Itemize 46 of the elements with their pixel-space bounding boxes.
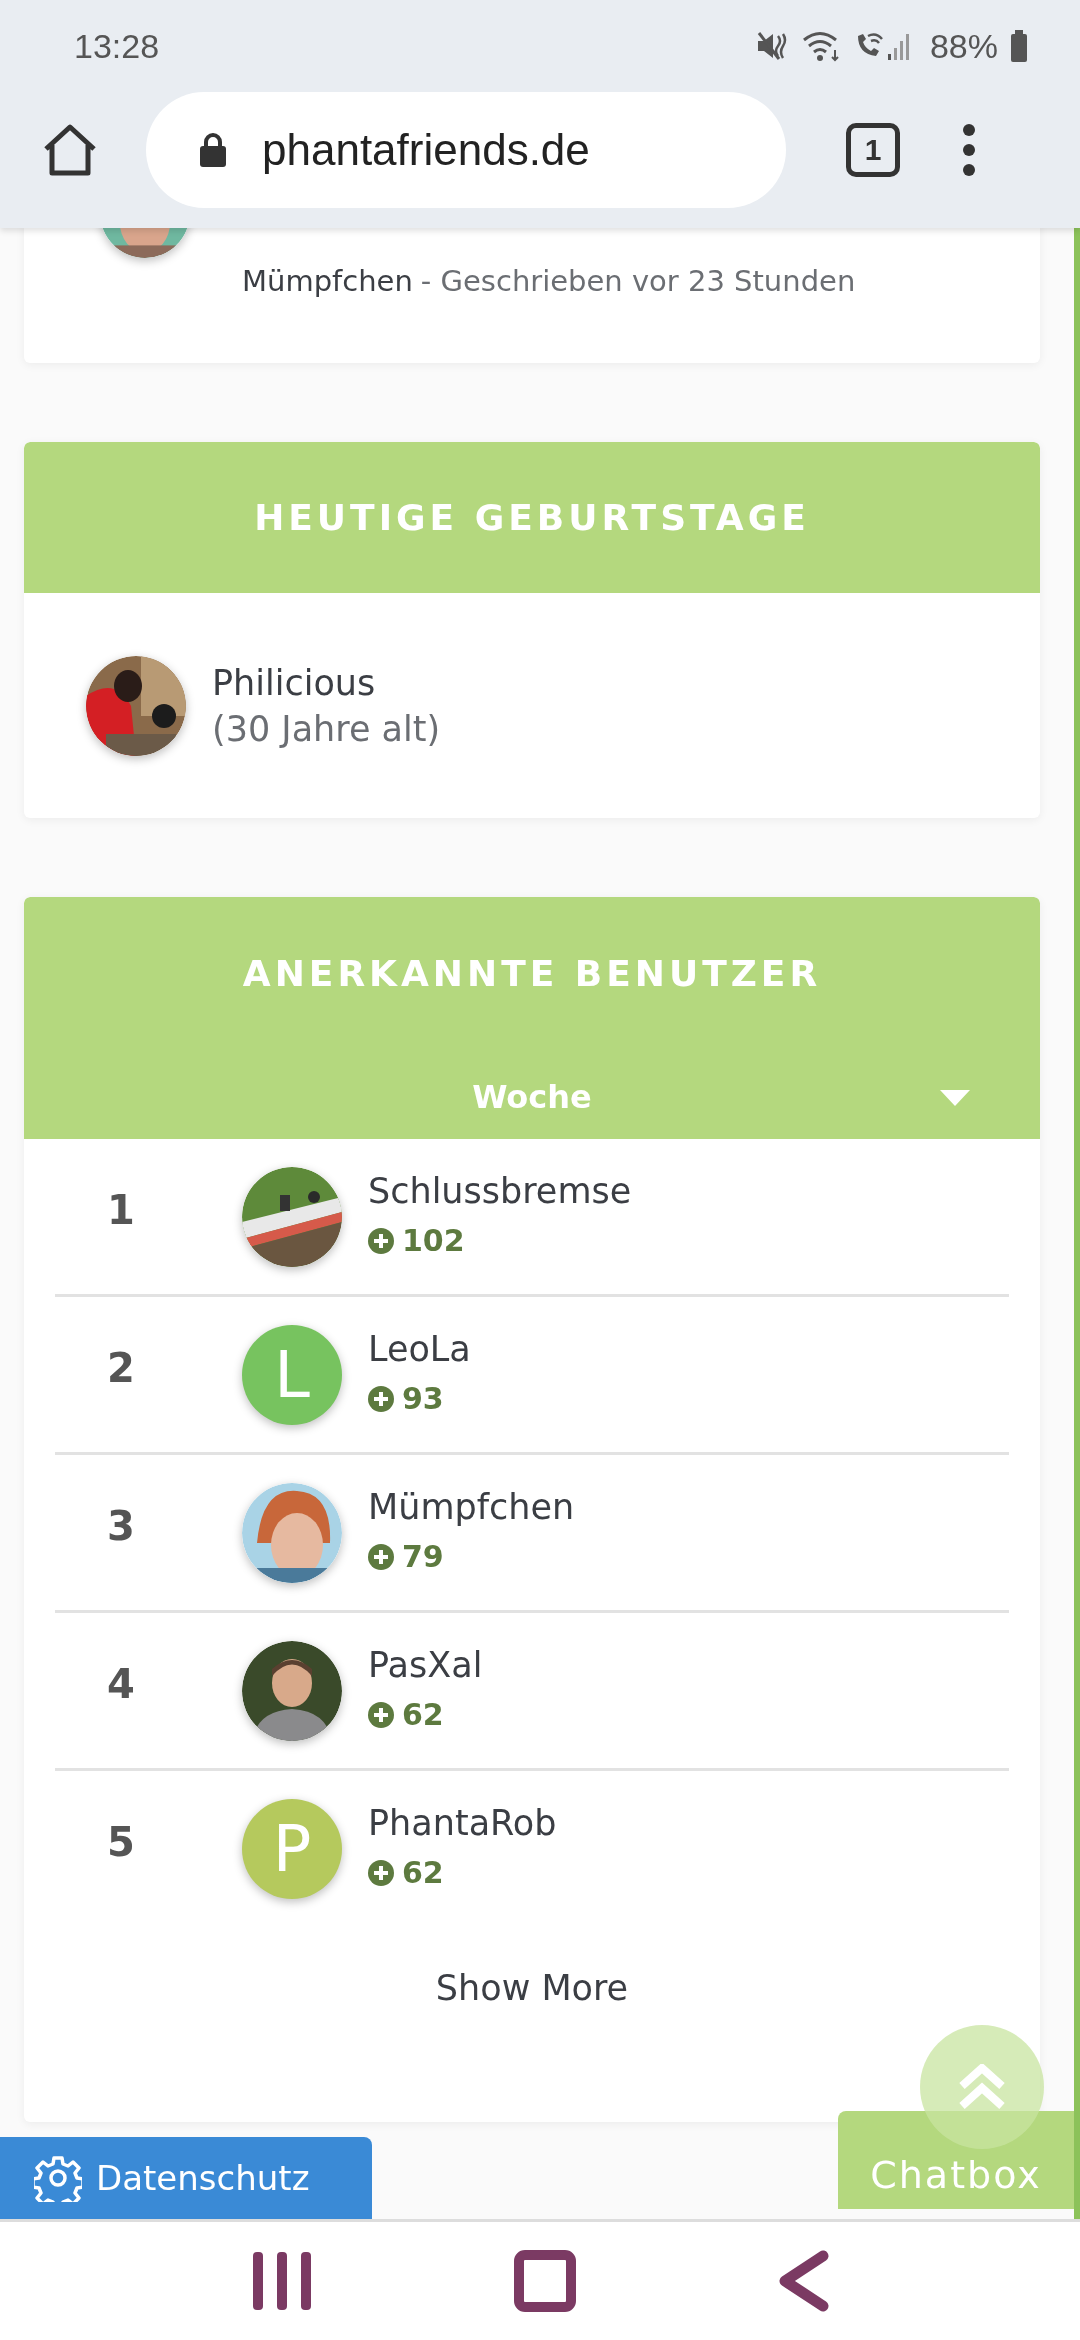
user-name[interactable]: LeoLa: [368, 1329, 471, 1369]
lock-icon: [200, 133, 226, 167]
privacy-button[interactable]: Datenschutz: [0, 2137, 372, 2219]
plus-icon: [368, 1701, 394, 1728]
home-button-icon[interactable]: [514, 2250, 576, 2312]
card-title: HEUTIGE GEBURTSTAGE: [254, 497, 810, 538]
rank-number: 4: [106, 1661, 136, 1707]
caret-icon: [940, 1090, 970, 1106]
settings-icon: [34, 2154, 82, 2202]
plus-icon: [368, 1385, 394, 1412]
battery-icon: [1010, 30, 1028, 62]
show-more-button[interactable]: Show More: [423, 1962, 641, 2014]
user-name[interactable]: Mümpfchen: [368, 1487, 575, 1527]
user-name[interactable]: Philicious: [212, 662, 441, 703]
rank-number: 2: [106, 1345, 136, 1391]
battery-percent: 88%: [929, 26, 998, 66]
author-link[interactable]: Mümpfchen: [242, 264, 413, 298]
status-time: 13:28: [74, 26, 160, 66]
reputation-score: 102: [402, 1223, 465, 1258]
reputation-score: 93: [402, 1381, 444, 1416]
reputation-score: 62: [402, 1697, 444, 1732]
avatar: L: [242, 1324, 342, 1425]
user-name[interactable]: PasXal: [368, 1645, 483, 1685]
tab-count-button[interactable]: 1: [846, 123, 900, 177]
reputation-score: 79: [402, 1539, 444, 1574]
plus-icon: [368, 1859, 394, 1886]
card-title: ANERKANNTE BENUTZER: [242, 953, 822, 994]
user-name[interactable]: Schlussbremse: [368, 1171, 632, 1211]
menu-icon[interactable]: [962, 124, 976, 176]
avatar: P: [242, 1798, 342, 1899]
user-name[interactable]: PhantaRob: [368, 1803, 557, 1843]
plus-icon: [368, 1543, 394, 1570]
home-icon[interactable]: [42, 123, 98, 177]
rank-number: 3: [106, 1503, 136, 1549]
reputation-score: 62: [402, 1855, 444, 1890]
rank-number: 1: [106, 1187, 136, 1233]
address-bar[interactable]: phantafriends.de: [146, 92, 786, 208]
rank-number: 5: [106, 1819, 136, 1865]
plus-icon: [368, 1227, 394, 1254]
recent-apps-icon[interactable]: [250, 2250, 313, 2312]
url-text: phantafriends.de: [262, 125, 590, 175]
chevrons-up-icon: [957, 2064, 1007, 2110]
user-age: (30 Jahre alt): [212, 708, 441, 749]
wifi-icon: [801, 30, 842, 62]
post-time: - Geschrieben vor 23 Stunden: [420, 264, 856, 298]
back-icon[interactable]: [777, 2250, 830, 2312]
